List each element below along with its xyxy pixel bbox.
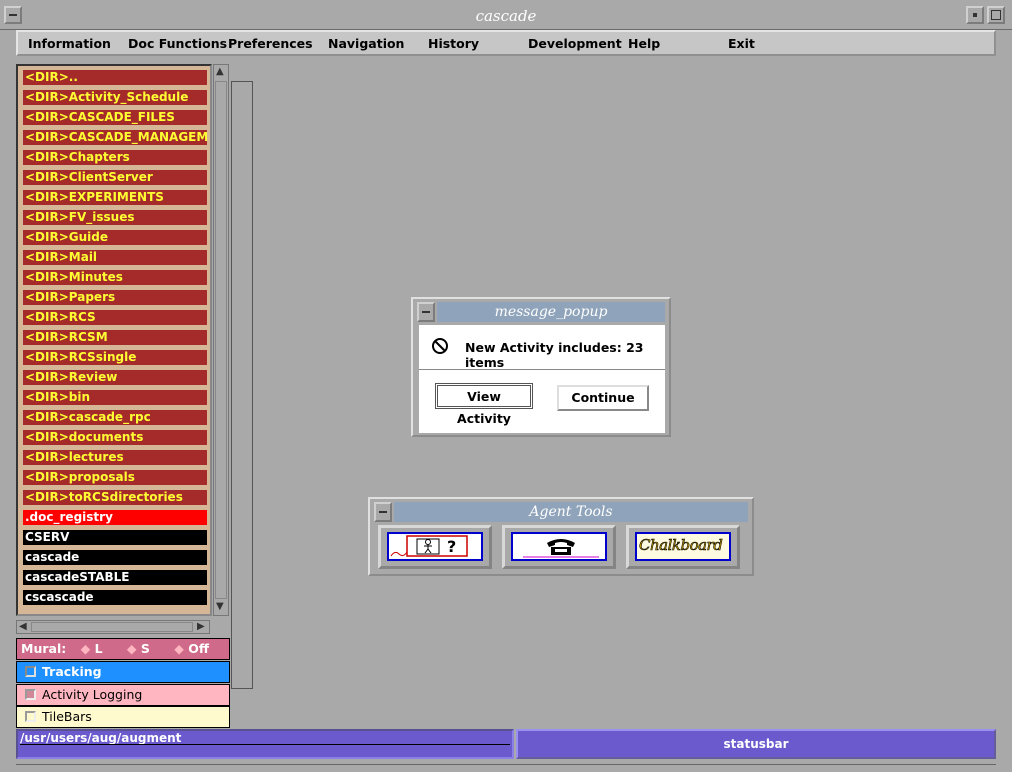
directory-item[interactable]: <DIR>RCSM <box>23 330 207 345</box>
agent-tools-window: Agent Tools ? Chalkboard <box>368 497 754 576</box>
directory-item[interactable]: <DIR>lectures <box>23 450 207 465</box>
agent-tools-title: Agent Tools <box>394 502 748 522</box>
popup-title: message_popup <box>437 302 665 322</box>
scroll-up-icon[interactable]: ▲ <box>216 66 224 78</box>
phone-agent-button[interactable] <box>502 525 616 569</box>
status-row: /usr/users/aug/augment statusbar <box>16 729 996 759</box>
directory-horizontal-scrollbar[interactable]: ◀ ▶ <box>16 620 210 634</box>
directory-item[interactable]: <DIR>proposals <box>23 470 207 485</box>
tilebars-toggle[interactable]: TileBars <box>16 706 230 728</box>
activity-logging-toggle[interactable]: Activity Logging <box>16 684 230 706</box>
activity-logging-checkbox[interactable] <box>25 689 36 700</box>
bottom-border <box>16 764 996 770</box>
popup-menu-icon[interactable] <box>417 302 435 322</box>
directory-item[interactable]: <DIR>Papers <box>23 290 207 305</box>
person-help-icon: ? <box>387 532 483 561</box>
menu-doc-functions[interactable]: Doc Functions <box>128 36 227 51</box>
menu-information[interactable]: Information <box>28 36 111 51</box>
popup-body: New Activity includes: 23 items View Act… <box>419 325 665 433</box>
directory-item[interactable]: <DIR>CASCADE_FILES <box>23 110 207 125</box>
mural-option-s[interactable]: ◆ S <box>127 641 150 656</box>
scroll-left-icon[interactable]: ◀ <box>19 621 27 633</box>
tilebars-label: TileBars <box>42 709 92 724</box>
tracking-label: Tracking <box>42 664 102 679</box>
directory-item[interactable]: <DIR>ClientServer <box>23 170 207 185</box>
file-item[interactable]: cascade <box>23 550 207 565</box>
path-field[interactable]: /usr/users/aug/augment <box>16 729 514 759</box>
directory-item[interactable]: <DIR>EXPERIMENTS <box>23 190 207 205</box>
scroll-right-icon[interactable]: ▶ <box>197 621 205 633</box>
diamond-radio-icon: ◆ <box>80 641 91 656</box>
tracking-checkbox[interactable] <box>25 666 36 677</box>
mural-label: Mural: <box>21 641 67 656</box>
directory-item[interactable]: <DIR>Guide <box>23 230 207 245</box>
menu-exit[interactable]: Exit <box>728 36 755 51</box>
agent-menu-icon[interactable] <box>374 502 392 522</box>
directory-item[interactable]: <DIR>FV_issues <box>23 210 207 225</box>
document-tilebar-panel <box>231 81 253 689</box>
scroll-down-icon[interactable]: ▼ <box>216 601 224 613</box>
path-divider <box>20 744 510 745</box>
file-item[interactable]: .doc_registry <box>23 510 207 525</box>
menu-history[interactable]: History <box>428 36 479 51</box>
directory-item[interactable]: <DIR>Chapters <box>23 150 207 165</box>
chalkboard-icon: Chalkboard <box>635 532 731 561</box>
stop-icon <box>432 338 448 354</box>
file-item[interactable]: cscascade <box>23 590 207 605</box>
directory-item[interactable]: <DIR>.. <box>23 70 207 85</box>
mural-option-l[interactable]: ◆ L <box>81 641 103 656</box>
statusbar: statusbar <box>516 729 996 759</box>
diamond-radio-icon: ◆ <box>174 641 184 656</box>
file-item[interactable]: cascadeSTABLE <box>23 570 207 585</box>
hscroll-thumb[interactable] <box>31 622 193 632</box>
telephone-icon <box>511 532 607 561</box>
tilebars-checkbox[interactable] <box>25 711 36 722</box>
mural-options: Mural: ◆ L ◆ S ◆ Off <box>16 638 230 660</box>
directory-item[interactable]: <DIR>bin <box>23 390 207 405</box>
directory-item[interactable]: <DIR>cascade_rpc <box>23 410 207 425</box>
directory-item[interactable]: <DIR>documents <box>23 430 207 445</box>
menu-preferences[interactable]: Preferences <box>228 36 313 51</box>
popup-message: New Activity includes: 23 items <box>465 340 644 370</box>
tracking-toggle[interactable]: Tracking <box>16 661 230 683</box>
diamond-radio-icon: ◆ <box>126 641 137 656</box>
directory-item[interactable]: <DIR>toRCSdirectories <box>23 490 207 505</box>
file-item[interactable]: CSERV <box>23 530 207 545</box>
svg-text:?: ? <box>447 537 456 556</box>
menu-navigation[interactable]: Navigation <box>328 36 404 51</box>
directory-item[interactable]: <DIR>RCSsingle <box>23 350 207 365</box>
activity-logging-label: Activity Logging <box>42 687 143 702</box>
directory-item[interactable]: <DIR>Mail <box>23 250 207 265</box>
chalkboard-agent-button[interactable]: Chalkboard <box>626 525 740 569</box>
help-agent-button[interactable]: ? <box>378 525 492 569</box>
window-titlebar: cascade <box>0 0 1012 30</box>
directory-list[interactable]: <DIR>.. <DIR>Activity_Schedule <DIR>CASCAD… <box>16 64 212 616</box>
window-title: cascade <box>475 7 537 25</box>
mural-option-off[interactable]: ◆ Off <box>174 641 209 656</box>
continue-button[interactable]: Continue <box>557 385 649 411</box>
scroll-thumb[interactable] <box>215 81 227 599</box>
message-popup: message_popup New Activity includes: 23 … <box>411 297 671 437</box>
minimize-icon[interactable] <box>966 6 984 24</box>
popup-separator <box>419 369 665 370</box>
directory-item[interactable]: <DIR>Review <box>23 370 207 385</box>
menu-bar: Information Doc Functions Preferences Na… <box>16 30 996 56</box>
directory-item[interactable]: <DIR>RCS <box>23 310 207 325</box>
directory-item[interactable]: <DIR>Activity_Schedule <box>23 90 207 105</box>
menu-development[interactable]: Development <box>528 36 622 51</box>
directory-item[interactable]: <DIR>CASCADE_MANAGEMEN <box>23 130 207 145</box>
directory-item[interactable]: <DIR>Minutes <box>23 270 207 285</box>
maximize-icon[interactable] <box>987 6 1005 24</box>
current-path: /usr/users/aug/augment <box>20 731 182 745</box>
menu-help[interactable]: Help <box>628 36 660 51</box>
view-activity-button[interactable]: View Activity <box>435 383 533 426</box>
directory-vertical-scrollbar[interactable]: ▲ ▼ <box>213 64 229 616</box>
